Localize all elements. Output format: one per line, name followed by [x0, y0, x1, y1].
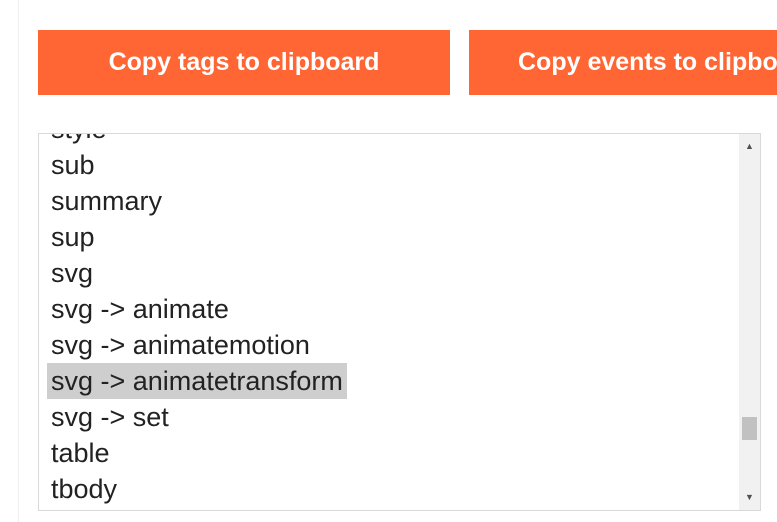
list-item[interactable]: tbody — [39, 471, 739, 507]
list-item-label: sup — [51, 222, 95, 252]
list-item-label: svg — [51, 258, 94, 288]
list-item-label: summary — [51, 186, 163, 216]
list-item-label: svg -> set — [51, 402, 169, 432]
list-item[interactable]: summary — [39, 183, 739, 219]
list-item-label: svg -> animate — [51, 294, 229, 324]
list-item[interactable]: svg -> animate — [39, 291, 739, 327]
caret-up-icon[interactable]: ▲ — [739, 138, 760, 155]
list-item-label: svg -> animatetransform — [47, 363, 347, 399]
list-item[interactable]: svg — [39, 255, 739, 291]
caret-down-icon[interactable]: ▼ — [739, 489, 760, 506]
list-item-label: sub — [51, 150, 95, 180]
list-item[interactable]: svg -> animatemotion — [39, 327, 739, 363]
list-item[interactable]: sup — [39, 219, 739, 255]
list-item[interactable]: style — [39, 134, 739, 147]
list-item[interactable]: svg -> set — [39, 399, 739, 435]
scrollbar-thumb[interactable] — [742, 417, 757, 440]
list-item[interactable]: table — [39, 435, 739, 471]
vertical-scrollbar[interactable]: ▲ ▼ — [739, 134, 760, 510]
list-item-label: tbody — [51, 474, 118, 504]
tag-listbox[interactable]: style sub summary sup svg svg -> animate… — [38, 133, 761, 511]
copy-tags-button[interactable]: Copy tags to clipboard — [38, 30, 450, 95]
copy-events-button[interactable]: Copy events to clipbo — [469, 30, 777, 95]
list-item[interactable]: sub — [39, 147, 739, 183]
left-divider — [18, 0, 19, 522]
list-item-label: table — [51, 438, 110, 468]
list-item-label: svg -> animatemotion — [51, 330, 310, 360]
page: Copy tags to clipboard Copy events to cl… — [0, 0, 777, 522]
list-item-label: style — [47, 134, 111, 147]
tag-list: style sub summary sup svg svg -> animate… — [39, 134, 739, 507]
list-item-selected[interactable]: svg -> animatetransform — [39, 363, 739, 399]
